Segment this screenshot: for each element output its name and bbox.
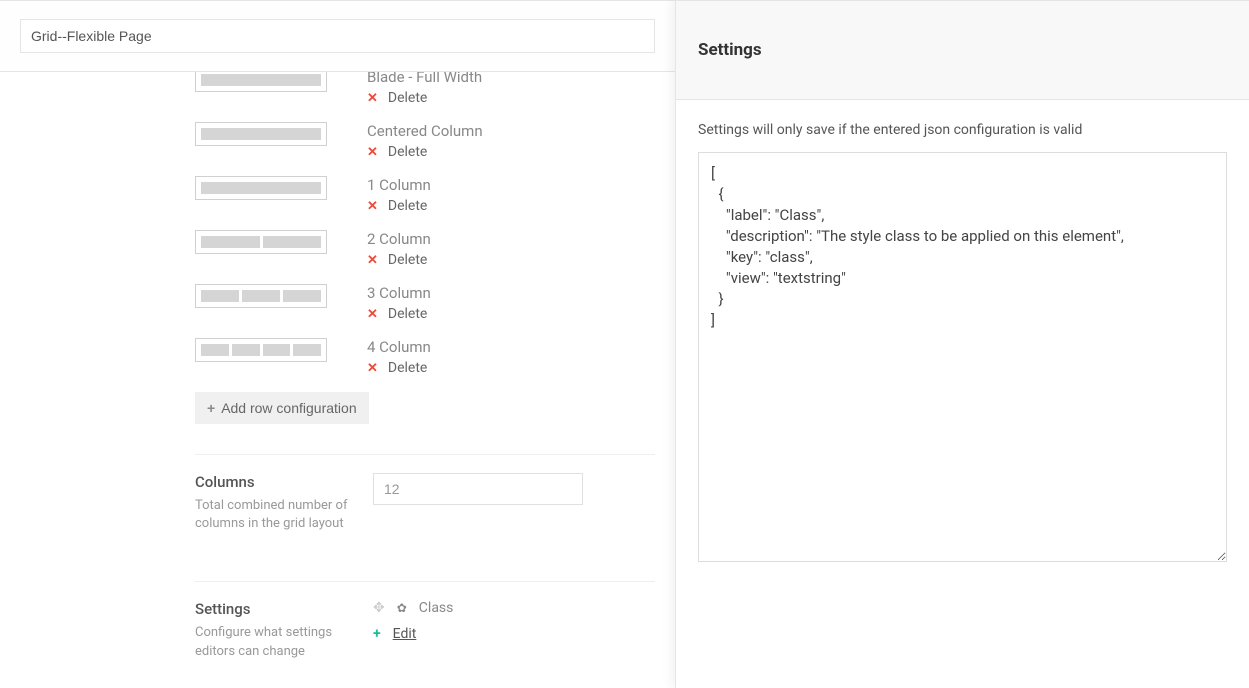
columns-title: Columns bbox=[195, 473, 373, 491]
row-config[interactable]: Blade - Full Width ✕ Delete bbox=[195, 72, 655, 106]
row-label: 1 Column bbox=[367, 176, 655, 194]
left-pane: Blade - Full Width ✕ Delete Centered Col… bbox=[0, 0, 675, 688]
delete-row-button[interactable]: ✕ Delete bbox=[367, 90, 655, 106]
row-label: 4 Column bbox=[367, 338, 655, 356]
layout-name-input[interactable] bbox=[20, 19, 655, 53]
row-label: Centered Column bbox=[367, 122, 655, 140]
settings-panel-header: Settings bbox=[676, 0, 1249, 100]
settings-item-class[interactable]: ✥ ✿ Class bbox=[373, 600, 655, 616]
columns-section: Columns Total combined number of columns… bbox=[195, 454, 655, 551]
row-thumb bbox=[195, 122, 327, 146]
row-config[interactable]: 2 Column ✕ Delete bbox=[195, 230, 655, 268]
delete-row-button[interactable]: ✕ Delete bbox=[367, 306, 655, 322]
close-icon: ✕ bbox=[367, 308, 378, 321]
row-thumb bbox=[195, 176, 327, 200]
row-label: Blade - Full Width bbox=[367, 72, 655, 86]
row-configurations: Blade - Full Width ✕ Delete Centered Col… bbox=[195, 72, 655, 424]
row-thumb bbox=[195, 284, 327, 308]
row-thumb bbox=[195, 230, 327, 254]
row-thumb bbox=[195, 338, 327, 362]
add-row-configuration-button[interactable]: + Add row configuration bbox=[195, 392, 369, 424]
plus-icon: + bbox=[373, 626, 381, 642]
settings-panel-title: Settings bbox=[698, 40, 762, 60]
row-config[interactable]: Centered Column ✕ Delete bbox=[195, 122, 655, 160]
json-config-textarea[interactable] bbox=[698, 152, 1227, 562]
columns-desc: Total combined number of columns in the … bbox=[195, 497, 373, 533]
settings-title: Settings bbox=[195, 600, 373, 618]
gear-icon: ✿ bbox=[397, 601, 407, 615]
close-icon: ✕ bbox=[367, 362, 378, 375]
plus-icon: + bbox=[207, 400, 215, 416]
settings-panel: Settings Settings will only save if the … bbox=[675, 0, 1249, 688]
columns-input[interactable] bbox=[373, 473, 583, 505]
settings-hint: Settings will only save if the entered j… bbox=[698, 122, 1227, 138]
delete-row-button[interactable]: ✕ Delete bbox=[367, 360, 655, 376]
row-config[interactable]: 3 Column ✕ Delete bbox=[195, 284, 655, 322]
left-header bbox=[0, 0, 675, 72]
delete-row-button[interactable]: ✕ Delete bbox=[367, 198, 655, 214]
row-label: 2 Column bbox=[367, 230, 655, 248]
row-label: 3 Column bbox=[367, 284, 655, 302]
settings-edit-link[interactable]: + Edit bbox=[373, 626, 655, 642]
settings-section: Settings Configure what settings editors… bbox=[195, 581, 655, 660]
close-icon: ✕ bbox=[367, 254, 378, 267]
delete-row-button[interactable]: ✕ Delete bbox=[367, 252, 655, 268]
close-icon: ✕ bbox=[367, 92, 378, 105]
settings-desc: Configure what settings editors can chan… bbox=[195, 624, 373, 660]
delete-row-button[interactable]: ✕ Delete bbox=[367, 144, 655, 160]
row-thumb bbox=[195, 72, 327, 92]
move-icon[interactable]: ✥ bbox=[373, 600, 385, 616]
close-icon: ✕ bbox=[367, 200, 378, 213]
row-config[interactable]: 1 Column ✕ Delete bbox=[195, 176, 655, 214]
close-icon: ✕ bbox=[367, 146, 378, 159]
left-body: Blade - Full Width ✕ Delete Centered Col… bbox=[0, 72, 675, 660]
row-config[interactable]: 4 Column ✕ Delete bbox=[195, 338, 655, 376]
